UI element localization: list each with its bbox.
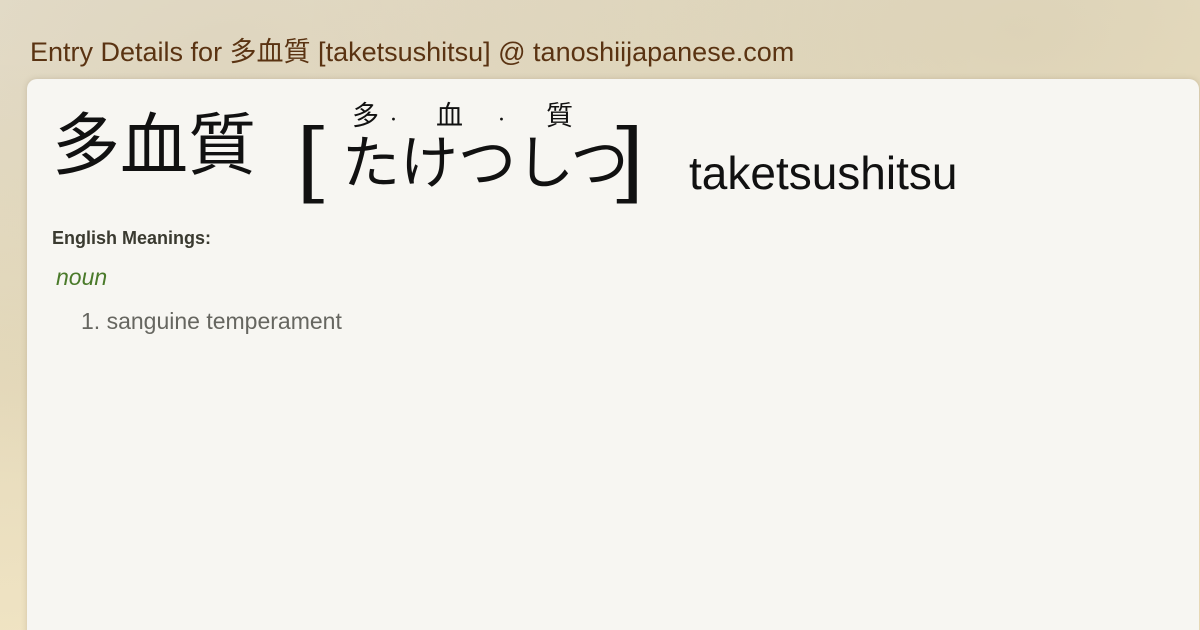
meaning-list: 1. sanguine temperament [81, 308, 342, 335]
reading-bracket-open: [ [296, 110, 331, 213]
meanings-heading: English Meanings: [52, 228, 212, 248]
furigana-kanji-2: 血 [436, 101, 463, 132]
furigana-kanji-3: 質 [546, 101, 573, 132]
romaji-reading: taketsushitsu [689, 147, 958, 199]
reading-bracket-close: ] [610, 110, 645, 213]
meaning-item: 1. sanguine temperament [81, 308, 342, 334]
furigana-kanji-1: 多 [352, 101, 379, 132]
headword-kanji: 多血質 [52, 107, 257, 186]
kana-reading: たけつしつ [342, 129, 629, 197]
page-title: Entry Details for 多血質 [taketsushitsu] @ … [30, 37, 795, 67]
part-of-speech-label: noun [56, 264, 108, 290]
